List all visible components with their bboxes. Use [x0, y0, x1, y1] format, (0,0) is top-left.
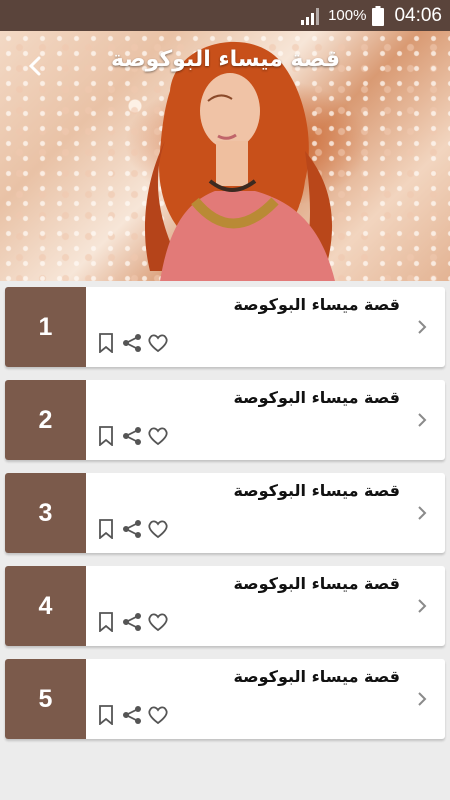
story-list: 1 قصة ميساء البوكوصة 2 قصة ميساء البوكوص… — [5, 287, 445, 752]
list-item[interactable]: 4 قصة ميساء البوكوصة — [5, 566, 445, 646]
back-button[interactable] — [20, 51, 50, 81]
chevron-right-icon — [418, 506, 427, 520]
share-button[interactable] — [121, 611, 143, 633]
share-icon — [123, 427, 141, 445]
favorite-button[interactable] — [147, 611, 169, 633]
chevron-right-icon — [418, 599, 427, 613]
chevron-right-icon — [418, 320, 427, 334]
item-title: قصة ميساء البوكوصة — [233, 667, 400, 686]
list-item[interactable]: 3 قصة ميساء البوكوصة — [5, 473, 445, 553]
list-item[interactable]: 1 قصة ميساء البوكوصة — [5, 287, 445, 367]
page-title: قصة ميساء البوكوصة — [110, 47, 340, 72]
heart-icon — [148, 706, 168, 725]
bookmark-button[interactable] — [95, 518, 117, 540]
item-number: 3 — [5, 473, 86, 553]
chevron-left-icon — [28, 56, 41, 76]
chevron-right-icon — [418, 413, 427, 427]
item-actions — [95, 611, 169, 633]
share-icon — [123, 520, 141, 538]
battery-percent: 100% — [328, 7, 367, 24]
clock: 04:06 — [394, 4, 442, 26]
bookmark-icon — [99, 519, 113, 539]
share-icon — [123, 706, 141, 724]
list-item[interactable]: 5 قصة ميساء البوكوصة — [5, 659, 445, 739]
heart-icon — [148, 334, 168, 353]
item-title: قصة ميساء البوكوصة — [233, 481, 400, 500]
share-button[interactable] — [121, 704, 143, 726]
bookmark-icon — [99, 705, 113, 725]
bookmark-icon — [99, 612, 113, 632]
heart-icon — [148, 427, 168, 446]
share-icon — [123, 613, 141, 631]
share-icon — [123, 334, 141, 352]
item-actions — [95, 425, 169, 447]
item-number: 2 — [5, 380, 86, 460]
item-title: قصة ميساء البوكوصة — [233, 388, 400, 407]
item-number: 1 — [5, 287, 86, 367]
share-button[interactable] — [121, 518, 143, 540]
favorite-button[interactable] — [147, 518, 169, 540]
chevron-right-icon — [418, 692, 427, 706]
item-title: قصة ميساء البوكوصة — [233, 295, 400, 314]
bookmark-button[interactable] — [95, 332, 117, 354]
heart-icon — [148, 613, 168, 632]
item-number: 5 — [5, 659, 86, 739]
battery-icon — [372, 5, 385, 26]
item-actions — [95, 518, 169, 540]
item-actions — [95, 332, 169, 354]
header-image: قصة ميساء البوكوصة — [0, 31, 450, 281]
favorite-button[interactable] — [147, 704, 169, 726]
bookmark-icon — [99, 426, 113, 446]
signal-icon — [301, 7, 320, 25]
bookmark-button[interactable] — [95, 704, 117, 726]
heart-icon — [148, 520, 168, 539]
share-button[interactable] — [121, 332, 143, 354]
item-title: قصة ميساء البوكوصة — [233, 574, 400, 593]
item-actions — [95, 704, 169, 726]
bookmark-icon — [99, 333, 113, 353]
status-indicators: 100% 04:06 — [300, 0, 442, 31]
bookmark-button[interactable] — [95, 425, 117, 447]
bookmark-button[interactable] — [95, 611, 117, 633]
favorite-button[interactable] — [147, 332, 169, 354]
share-button[interactable] — [121, 425, 143, 447]
item-number: 4 — [5, 566, 86, 646]
list-item[interactable]: 2 قصة ميساء البوكوصة — [5, 380, 445, 460]
favorite-button[interactable] — [147, 425, 169, 447]
status-bar: 100% 04:06 — [0, 0, 450, 31]
